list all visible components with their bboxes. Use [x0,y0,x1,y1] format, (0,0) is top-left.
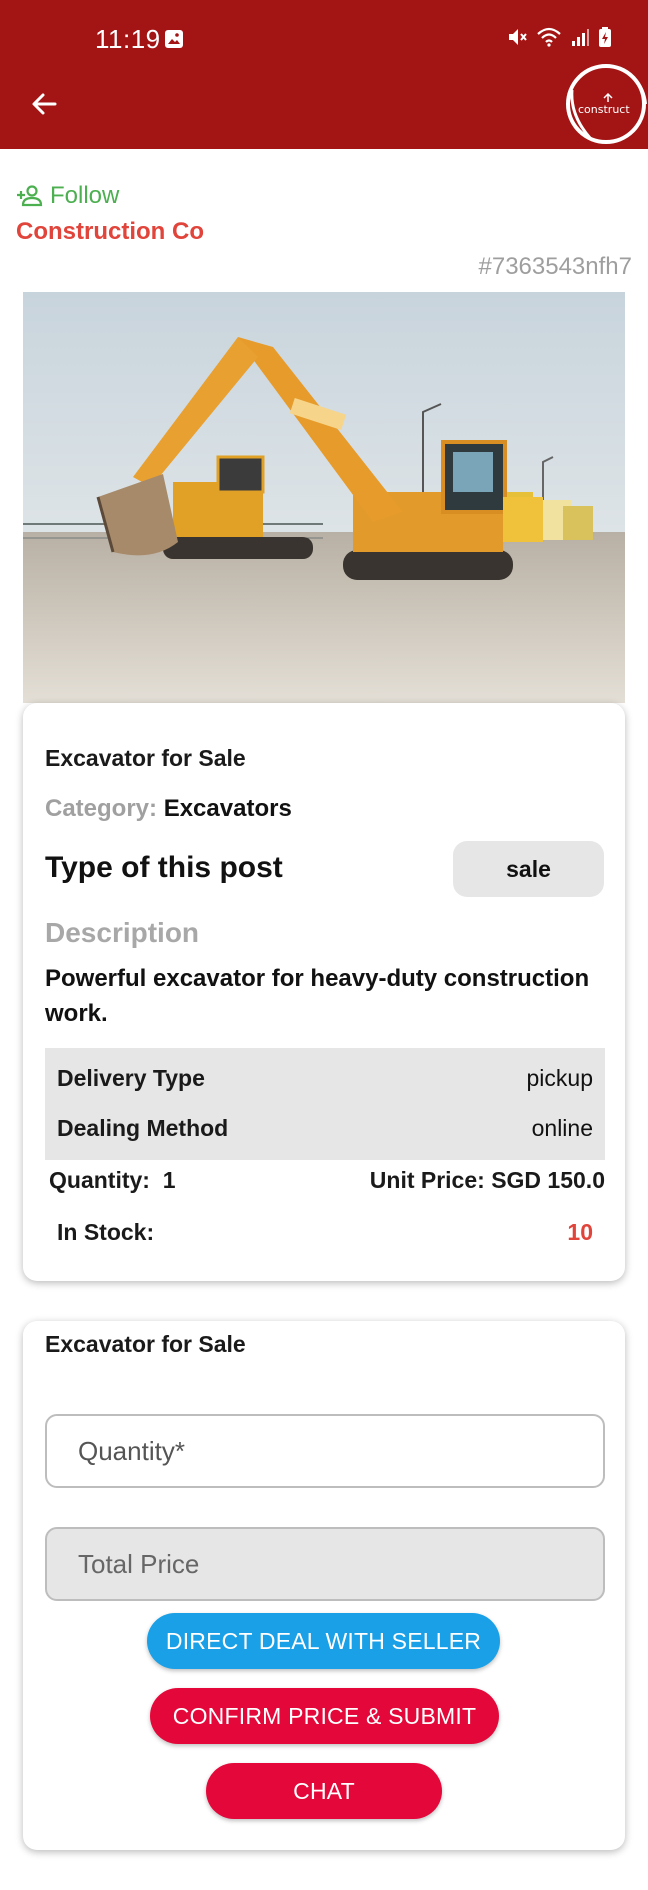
product-image [23,292,625,703]
confirm-price-submit-button[interactable]: CONFIRM PRICE & SUBMIT [150,1688,499,1744]
delivery-type-row: Delivery Type pickup [57,1065,593,1092]
signal-icon [572,29,589,46]
post-id: #7363543nfh7 [478,253,633,280]
status-icons [506,26,612,48]
quantity-label: Quantity: [49,1167,150,1193]
battery-icon [599,27,611,47]
mute-icon [509,29,527,45]
status-time: 11:19 [95,24,161,54]
unit-price-value: SGD 150.0 [491,1167,605,1193]
post-details-card: Excavator for Sale Category: Excavators … [23,703,625,1281]
unit-price-label: Unit Price: [369,1167,485,1193]
follow-button[interactable]: Follow [16,182,119,210]
app-bar: 11:19 construct [0,0,648,149]
total-price-placeholder: Total Price [78,1548,200,1579]
logo-text: construct [578,103,630,116]
stock-value: 10 [567,1219,593,1245]
quantity-input[interactable]: Quantity* [45,1414,605,1488]
category-value: Excavators [163,795,292,822]
seller-name[interactable]: Construction Co [16,218,204,246]
quantity-placeholder: Quantity* [78,1435,185,1466]
dealing-method-value: online [531,1115,593,1141]
dealing-method-label: Dealing Method [57,1115,229,1141]
category-row: Category: Excavators [45,795,292,823]
delivery-type-value: pickup [526,1065,593,1091]
unit-price-info: Unit Price: SGD 150.0 [370,1167,605,1194]
order-card: Excavator for Sale Quantity* Total Price… [23,1321,625,1850]
dealing-method-row: Dealing Method online [57,1115,593,1142]
quantity-info: Quantity: 1 [49,1167,176,1194]
quantity-value: 1 [162,1167,176,1193]
follow-label: Follow [50,182,120,209]
post-type-badge: sale [453,841,604,897]
category-label: Category: [45,795,158,822]
description-text: Powerful excavator for heavy-duty constr… [45,965,590,1027]
description-heading: Description [45,917,200,948]
post-type-heading: Type of this post [45,851,283,884]
direct-deal-button[interactable]: DIRECT DEAL WITH SELLER [147,1613,500,1669]
quantity-price-row: Quantity: 1 Unit Price: SGD 150.0 [49,1167,605,1194]
delivery-type-label: Delivery Type [57,1065,205,1091]
chat-button[interactable]: CHAT [206,1763,442,1819]
stock-row: In Stock: 10 [57,1219,593,1246]
add-person-icon [17,185,43,207]
stock-label: In Stock: [57,1219,155,1245]
arrow-left-icon [32,93,57,115]
delivery-info-table: Delivery Type pickup Dealing Method onli… [45,1048,605,1160]
total-price-field: Total Price [45,1527,605,1601]
back-button[interactable] [24,84,64,124]
post-title: Excavator for Sale [45,745,246,771]
gallery-icon [165,30,183,48]
wifi-icon [537,27,561,47]
order-title: Excavator for Sale [45,1331,246,1357]
